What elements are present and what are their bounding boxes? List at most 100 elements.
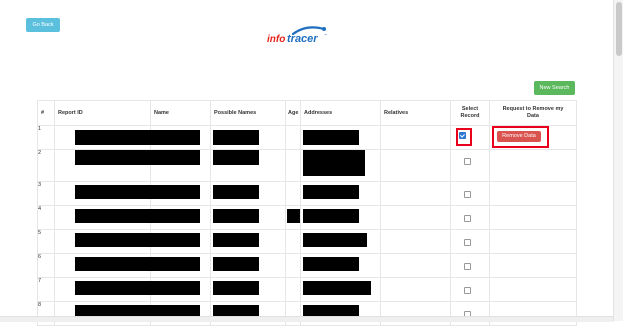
logo-text-info: info <box>267 34 285 45</box>
addresses-cell <box>300 205 381 230</box>
request-line-1: Request to Remove my <box>502 106 564 112</box>
relatives-cell <box>380 205 451 230</box>
select-line-1: Select <box>461 106 479 112</box>
select-record-checkbox[interactable] <box>464 191 471 198</box>
select-record-checkbox[interactable] <box>464 263 471 270</box>
col-header-name: Name <box>150 100 211 126</box>
name-cell <box>150 205 211 230</box>
row-number: 5 <box>37 229 55 254</box>
name-cell <box>150 229 211 254</box>
request-cell <box>489 253 577 278</box>
select-line-2: Record <box>460 113 480 119</box>
page: Go Back info tracer ™ New Search # Repor… <box>0 0 623 326</box>
redacted-block <box>303 150 365 176</box>
age-cell <box>285 149 301 182</box>
remove-data-button[interactable]: Remove Data <box>497 131 541 142</box>
age-cell <box>285 253 301 278</box>
relatives-cell <box>380 229 451 254</box>
possible-names-cell <box>210 205 286 230</box>
select-record-checkbox[interactable] <box>464 158 471 165</box>
report-id-cell <box>54 149 163 182</box>
report-id-cell <box>54 125 163 150</box>
report-id-cell <box>54 205 163 230</box>
request-cell: Remove Data <box>489 125 577 150</box>
name-cell <box>150 181 211 206</box>
select-record-checkbox[interactable] <box>464 239 471 246</box>
logo-text-tracer: tracer <box>287 33 318 45</box>
relatives-cell <box>380 277 451 302</box>
redacted-block <box>154 233 200 247</box>
col-header-relatives: Relatives <box>380 100 451 126</box>
select-record-checkbox[interactable] <box>464 215 471 222</box>
results-table: # Report ID Name Possible Names Age Addr… <box>37 100 577 326</box>
redacted-block <box>154 257 200 271</box>
select-record-checkbox[interactable] <box>464 287 471 294</box>
redacted-block <box>213 209 259 223</box>
name-cell <box>150 125 211 150</box>
row-number: 6 <box>37 253 55 278</box>
redacted-block <box>213 185 259 199</box>
report-id-cell <box>54 277 163 302</box>
select-cell <box>450 205 490 230</box>
redacted-block <box>303 257 359 271</box>
table-row: 5 <box>37 229 577 254</box>
redacted-block <box>303 281 371 295</box>
select-cell <box>450 229 490 254</box>
relatives-cell <box>380 253 451 278</box>
redacted-block <box>154 130 200 145</box>
table-header-row: # Report ID Name Possible Names Age Addr… <box>37 100 577 126</box>
possible-names-cell <box>210 253 286 278</box>
select-cell <box>450 149 490 182</box>
row-number: 3 <box>37 181 55 206</box>
col-header-number: # <box>37 100 55 126</box>
scrollbar-thumb[interactable] <box>616 2 622 56</box>
vertical-scrollbar[interactable] <box>613 0 623 321</box>
request-cell <box>489 277 577 302</box>
select-cell <box>450 181 490 206</box>
relatives-cell <box>380 181 451 206</box>
row-number: 4 <box>37 205 55 230</box>
addresses-cell <box>300 253 381 278</box>
addresses-cell <box>300 229 381 254</box>
col-header-addresses: Addresses <box>300 100 381 126</box>
new-search-button[interactable]: New Search <box>534 81 575 95</box>
table-row: 7 <box>37 277 577 302</box>
infotracer-logo: info tracer ™ <box>267 26 327 45</box>
possible-names-cell <box>210 229 286 254</box>
age-cell <box>285 205 301 230</box>
table-row: 2 <box>37 149 577 182</box>
age-cell <box>285 125 301 150</box>
age-cell <box>285 181 301 206</box>
request-cell <box>489 205 577 230</box>
report-id-cell <box>54 253 163 278</box>
addresses-cell <box>300 125 381 150</box>
redacted-block <box>154 209 200 223</box>
redacted-block <box>303 185 359 199</box>
relatives-cell <box>380 125 451 150</box>
col-header-report-id: Report ID <box>54 100 151 126</box>
redacted-block <box>154 150 200 165</box>
table-row: 3 <box>37 181 577 206</box>
col-header-request-remove: Request to Remove my Data <box>489 100 577 126</box>
name-cell <box>150 253 211 278</box>
table-row: 1 Remove Data <box>37 125 577 150</box>
col-header-select-record: Select Record <box>450 100 490 126</box>
go-back-button[interactable]: Go Back <box>26 18 60 32</box>
select-cell <box>450 277 490 302</box>
redacted-block <box>303 130 359 145</box>
col-header-age: Age <box>285 100 301 126</box>
row-number: 1 <box>37 125 55 150</box>
table-row: 4 <box>37 205 577 230</box>
col-header-possible-names: Possible Names <box>210 100 286 126</box>
report-id-cell <box>54 229 163 254</box>
row-number: 7 <box>37 277 55 302</box>
window-bottom-edge <box>0 316 614 322</box>
addresses-cell <box>300 181 381 206</box>
select-record-checkbox[interactable] <box>459 132 466 139</box>
name-cell <box>150 277 211 302</box>
report-id-cell <box>54 181 163 206</box>
redacted-block <box>213 233 259 247</box>
addresses-cell <box>300 277 381 302</box>
select-cell <box>450 253 490 278</box>
request-cell <box>489 149 577 182</box>
